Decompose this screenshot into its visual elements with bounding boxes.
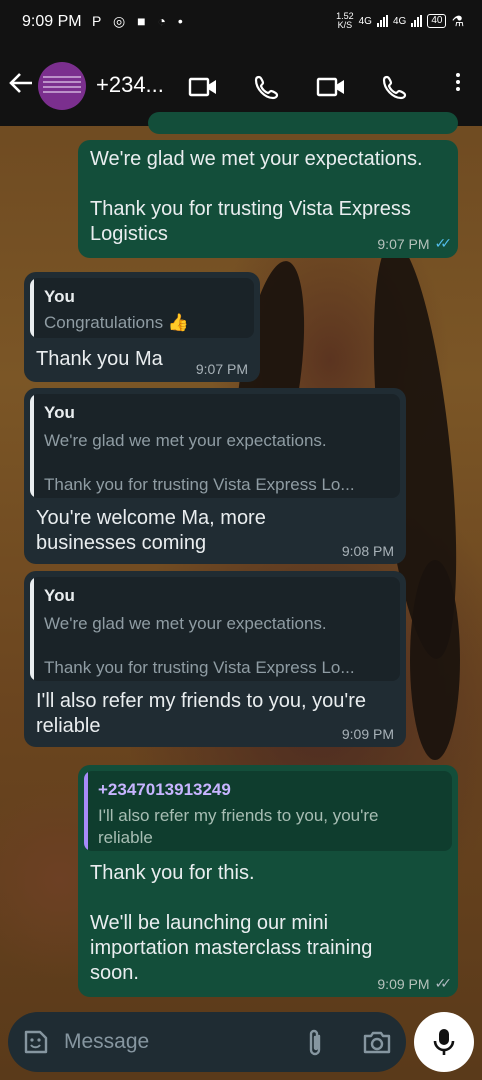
message-time: 9:07 PM	[195, 361, 248, 377]
video-call-icon[interactable]	[188, 72, 218, 102]
message-bubble-partial	[148, 112, 458, 134]
quote-author: You	[44, 287, 75, 306]
message-time: 9:07 PM	[377, 235, 430, 252]
more-vert-icon[interactable]	[456, 70, 462, 94]
message-meta: 9:08 PM	[342, 543, 394, 559]
message-bubble-outgoing[interactable]: +2347013913249 I'll also refer my friend…	[78, 765, 458, 997]
battery-level: 40	[431, 15, 443, 26]
message-bubble-incoming[interactable]: You Congratulations 👍 Thank you Ma 9:07 …	[24, 272, 260, 382]
battery-icon: 40	[427, 14, 447, 28]
status-time: 9:09 PM	[22, 13, 82, 30]
voice-call-icon[interactable]	[380, 72, 410, 102]
status-bar: 9:09 PM P ◎ ■ ◔ • 1.52 K/S 4G 4G 40 ⚗	[0, 0, 482, 46]
message-time: 9:09 PM	[341, 726, 394, 742]
message-input-bar[interactable]: Message	[8, 1012, 406, 1072]
quote-text: We're glad we met your expectations. Tha…	[44, 431, 355, 494]
message-time: 9:08 PM	[341, 543, 394, 559]
signal-icon	[411, 15, 423, 27]
message-time: 9:09 PM	[377, 975, 430, 992]
whatsapp-icon: ◎	[112, 13, 130, 29]
network-type-2: 4G	[392, 15, 407, 27]
attach-icon[interactable]	[304, 1028, 326, 1063]
voice-call-icon[interactable]	[252, 72, 282, 102]
quote-author: You	[44, 403, 75, 422]
network-speed: 1.52 K/S	[336, 12, 354, 30]
square-icon: ■	[137, 13, 150, 29]
quoted-message[interactable]: +2347013913249 I'll also refer my friend…	[84, 771, 452, 851]
message-meta: 9:07 PM	[196, 361, 248, 377]
p-notification-icon: P	[92, 13, 106, 29]
notification-icons: P ◎ ■ ◔ •	[92, 13, 187, 30]
network-speed-unit: K/S	[337, 20, 353, 30]
quote-bar	[30, 394, 34, 498]
message-meta: 9:09 PM ✓✓	[377, 975, 453, 992]
flask-icon: ⚗	[451, 12, 464, 29]
message-meta: 9:07 PM ✓✓	[377, 235, 453, 252]
quote-bar	[84, 771, 88, 851]
wallpaper-shape	[410, 560, 460, 760]
quote-text: Congratulations 👍	[44, 313, 189, 332]
message-text: You're welcome Ma, more businesses comin…	[36, 507, 272, 554]
message-meta: 9:09 PM	[342, 726, 394, 742]
sticker-icon[interactable]	[22, 1028, 50, 1061]
quote-author: +2347013913249	[98, 780, 231, 799]
message-bubble-incoming[interactable]: You We're glad we met your expectations.…	[24, 571, 406, 747]
delivered-ticks-icon: ✓✓	[434, 975, 453, 991]
message-text: Thank you for this. We'll be launching o…	[90, 862, 373, 984]
voice-record-button[interactable]	[414, 1012, 474, 1072]
quote-author: You	[44, 586, 75, 605]
quoted-message[interactable]: You Congratulations 👍	[30, 278, 254, 338]
quote-text: I'll also refer my friends to you, you'r…	[98, 806, 384, 847]
back-arrow-icon[interactable]	[8, 70, 34, 101]
quoted-message[interactable]: You We're glad we met your expectations.…	[30, 394, 400, 498]
video-call-icon[interactable]	[316, 72, 346, 102]
system-indicators: 1.52 K/S 4G 4G 40 ⚗	[336, 12, 464, 30]
quote-bar	[30, 577, 34, 681]
contact-name[interactable]: +234...	[96, 72, 164, 98]
message-bubble-outgoing[interactable]: We're glad we met your expectations. Tha…	[78, 140, 458, 258]
clock-icon: ◔	[157, 13, 170, 29]
message-bubble-incoming[interactable]: You We're glad we met your expectations.…	[24, 388, 406, 564]
quote-bar	[30, 278, 34, 338]
message-text: We're glad we met your expectations. Tha…	[90, 148, 423, 245]
microphone-icon	[432, 1027, 456, 1062]
message-input[interactable]: Message	[64, 1030, 149, 1054]
dot-icon: •	[177, 13, 187, 29]
avatar[interactable]	[38, 62, 86, 110]
quote-text: We're glad we met your expectations. Tha…	[44, 614, 355, 677]
read-ticks-icon: ✓✓	[434, 235, 453, 251]
network-type-1: 4G	[358, 15, 372, 27]
signal-icon	[376, 15, 388, 27]
message-text: Thank you Ma	[36, 348, 163, 370]
quoted-message[interactable]: You We're glad we met your expectations.…	[30, 577, 400, 681]
camera-icon[interactable]	[362, 1029, 392, 1060]
